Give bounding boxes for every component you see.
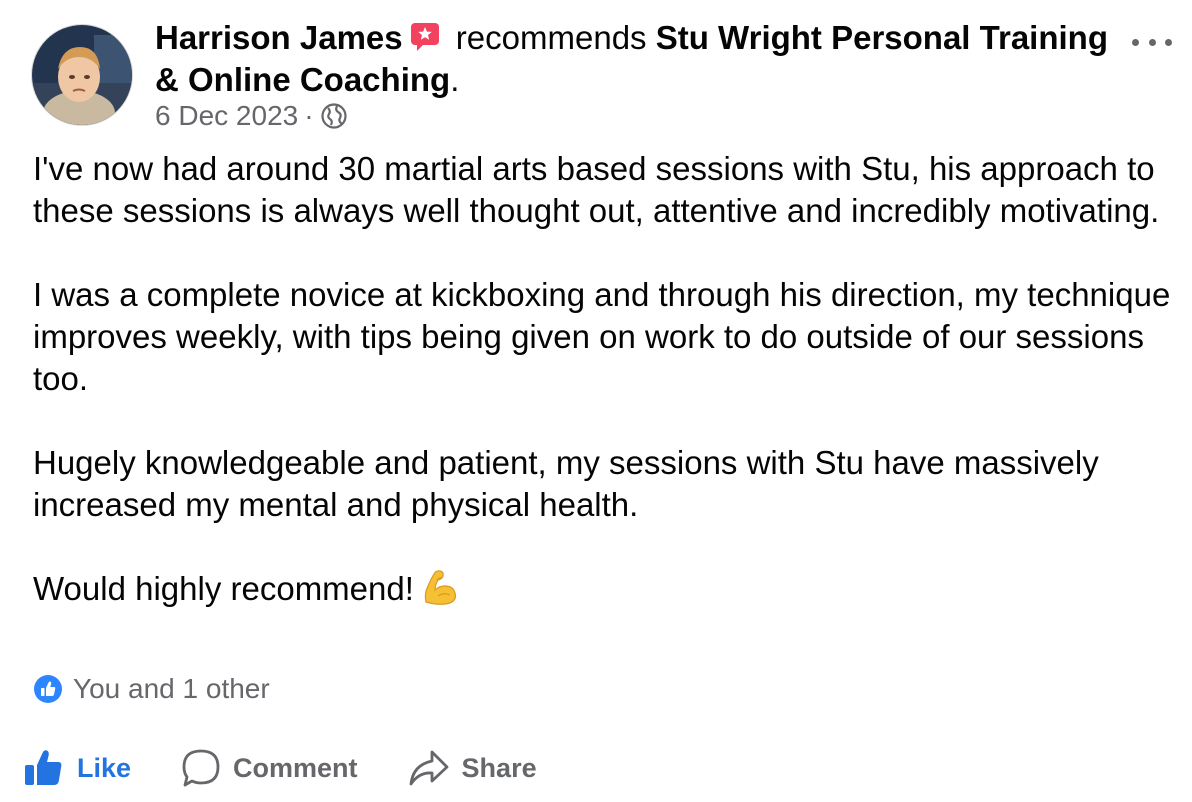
body-paragraph-last: Would highly recommend! [33, 568, 1183, 610]
reaction-summary[interactable]: You and 1 other [33, 671, 270, 707]
action-bar: Like Comment Share [23, 745, 587, 791]
comment-label: Comment [233, 752, 358, 783]
recommends-text: recommends [446, 19, 656, 56]
share-label: Share [461, 752, 537, 783]
meta-separator: · [304, 100, 314, 131]
like-label: Like [77, 752, 132, 783]
avatar[interactable] [31, 24, 133, 126]
body-paragraph: I was a complete novice at kickboxing an… [33, 276, 1171, 397]
recommendation-post: Harrison James recommends Stu Wright Per… [0, 0, 1192, 802]
trailing-period: . [450, 61, 460, 98]
more-dot [1148, 38, 1156, 46]
like-bubble-icon [34, 675, 62, 703]
more-dot [1165, 38, 1172, 46]
author-name[interactable]: Harrison James [155, 19, 403, 56]
reaction-count-text: You and 1 other [73, 673, 270, 704]
body-paragraph: I've now had around 30 martial arts base… [33, 150, 1160, 229]
recommend-badge-icon [410, 23, 439, 51]
share-icon [409, 750, 448, 786]
post-body: I've now had around 30 martial arts base… [33, 148, 1183, 610]
closing-line: Would highly recommend! [33, 570, 414, 607]
comment-button[interactable]: Comment [181, 748, 358, 788]
comment-icon [182, 749, 220, 787]
post-meta: 6 Dec 2023 · [155, 98, 348, 134]
body-paragraph: Hugely knowledgeable and patient, my ses… [33, 444, 1099, 523]
thumbs-up-icon [25, 750, 62, 785]
post-date[interactable]: 6 Dec 2023 [155, 98, 298, 134]
globe-icon [320, 103, 347, 129]
more-options-icon[interactable] [1132, 30, 1172, 54]
flexed-biceps-icon [424, 570, 456, 605]
like-button[interactable]: Like [23, 747, 131, 789]
post-header: Harrison James recommends Stu Wright Per… [155, 17, 1115, 101]
more-dot [1132, 38, 1139, 46]
share-button[interactable]: Share [408, 748, 537, 788]
